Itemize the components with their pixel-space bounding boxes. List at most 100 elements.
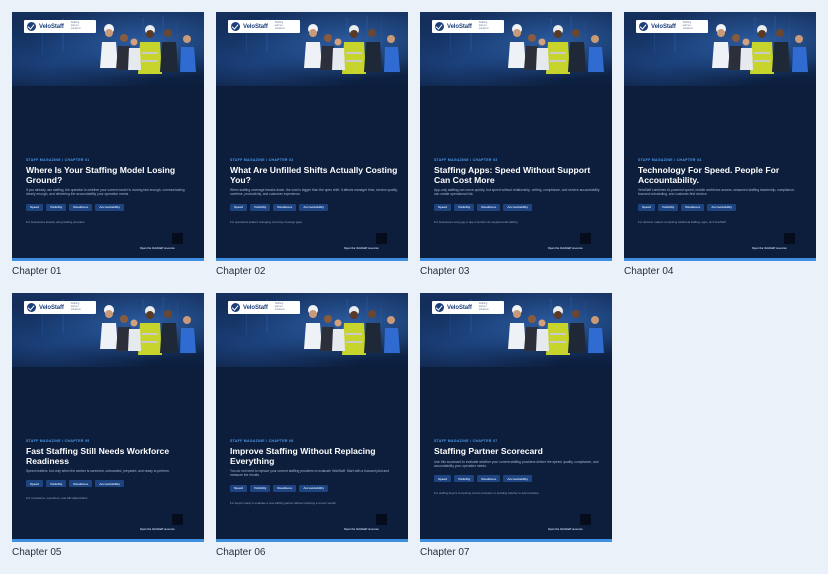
chapter-caption[interactable]: Chapter 07 [420,547,612,559]
chapter-description: If you already use staffing, the questio… [26,188,185,197]
chapter-cover-thumbnail[interactable]: VeloStaff Staffing partner solutions Sta… [420,293,612,542]
chapter-cover-thumbnail[interactable]: VeloStaff Staffing partner solutions Sta… [216,293,408,542]
chapter-cover-thumbnail[interactable]: VeloStaff Staffing partner solutions Sta… [420,12,612,261]
brand-logo-text: VeloStaff [243,304,268,311]
tag-accountability: Accountability [95,203,124,211]
hero-team-photo: VeloStaff Staffing partner solutions [216,12,408,86]
tag-speed: Speed [434,475,452,482]
chapter-cover-thumbnail[interactable]: VeloStaff Staffing partner solutions Sta… [12,293,204,542]
chapter-title: What Are Unfilled Shifts Actually Costin… [230,165,398,185]
qr-code-icon [580,233,591,244]
brand-logo-text: VeloStaff [447,23,472,30]
tag-list: Speed Visibility Readiness Accountability [26,480,194,488]
qr-code-icon [376,514,387,525]
chapter-description: VeloStaff combines AI-powered speed, mob… [638,188,795,197]
qr-code-icon [172,514,183,525]
cover-cta-text: Open the VeloStaff resource [140,247,175,250]
chapter-card-05[interactable]: VeloStaff Staffing partner solutions Sta… [12,293,204,563]
cover-cta-text: Open the VeloStaff resource [140,528,175,531]
chapter-card-06[interactable]: VeloStaff Staffing partner solutions Sta… [216,293,408,563]
brand-logo-text: VeloStaff [447,304,472,311]
chapter-card-03[interactable]: VeloStaff Staffing partner solutions Sta… [420,12,612,282]
chapter-caption[interactable]: Chapter 06 [216,547,408,559]
brand-mark-icon [435,303,444,312]
chapter-eyebrow: Staff Magazine / Chapter 05 [26,439,90,443]
cover-cta-text: Open the VeloStaff resource [548,528,583,531]
tag-accountability: Accountability [707,203,736,211]
tag-list: Speed Visibility Readiness Accountability [434,475,602,482]
chapter-caption[interactable]: Chapter 02 [216,266,408,278]
chapter-title: Staffing Partner Scorecard [434,446,543,456]
chapter-cover-thumbnail[interactable]: VeloStaff Staffing partner solutions Sta… [12,12,204,261]
chapter-cover-thumbnail[interactable]: VeloStaff Staffing partner solutions Sta… [624,12,816,261]
chapter-card-01[interactable]: VeloStaff Staffing partner solutions Sta… [12,12,204,282]
brand-logo: VeloStaff Staffing partner solutions [636,20,708,33]
brand-logo-tagline: Staffing partner solutions [478,21,489,30]
tag-list: Speed Visibility Readiness Accountability [230,203,398,211]
chapter-footnote: For businesses already using staffing pr… [26,219,85,224]
hero-team-photo: VeloStaff Staffing partner solutions [12,12,204,86]
tag-list: Speed Visibility Readiness Accountability [230,484,398,492]
hero-team-photo: VeloStaff Staffing partner solutions [624,12,816,86]
chapter-footnote: For staffing buyers comparing current pr… [434,491,539,495]
chapter-caption[interactable]: Chapter 05 [12,547,204,559]
chapter-description: When staffing coverage breaks down, the … [230,188,398,197]
brand-logo-text: VeloStaff [243,23,268,30]
cover-content: Staff Magazine / Chapter 07 Staffing Par… [434,439,602,495]
cover-content: Staff Magazine / Chapter 05 Fast Staffin… [26,439,194,500]
chapter-title: Staffing Apps: Speed Without Support Can… [434,165,591,185]
tag-list: Speed Visibility Readiness Accountability [26,203,194,211]
tag-readiness: Readiness [69,480,93,488]
cover-content: Staff Magazine / Chapter 06 Improve Staf… [230,439,398,505]
cover-content: Staff Magazine / Chapter 02 What Are Unf… [230,158,398,224]
chapter-footnote: For decision-makers comparing traditiona… [638,219,726,224]
brand-mark-icon [231,303,240,312]
qr-code-icon [580,514,591,525]
brand-logo-text: VeloStaff [39,304,64,311]
cover-cta-text: Open the VeloStaff resource [752,247,787,250]
chapter-cover-thumbnail[interactable]: VeloStaff Staffing partner solutions Sta… [216,12,408,261]
qr-code-icon [376,233,387,244]
tag-visibility: Visibility [46,203,67,211]
brand-mark-icon [27,22,36,31]
brand-logo: VeloStaff Staffing partner solutions [432,301,504,314]
chapter-caption[interactable]: Chapter 03 [420,266,612,278]
chapter-eyebrow: Staff Magazine / Chapter 04 [638,158,702,162]
tag-readiness: Readiness [69,203,93,211]
cover-content: Staff Magazine / Chapter 04 Technology F… [638,158,806,224]
chapter-description: You do not need to replace your current … [230,469,390,478]
tag-visibility: Visibility [454,203,475,211]
tag-readiness: Readiness [273,484,297,492]
brand-logo-tagline: Staffing partner solutions [478,302,489,311]
brand-logo: VeloStaff Staffing partner solutions [24,20,96,33]
chapter-card-04[interactable]: VeloStaff Staffing partner solutions Sta… [624,12,816,282]
chapter-title: Where Is Your Staffing Model Losing Grou… [26,165,176,185]
chapter-card-07[interactable]: VeloStaff Staffing partner solutions Sta… [420,293,612,563]
brand-logo-tagline: Staffing partner solutions [682,21,693,30]
cover-cta-text: Open the VeloStaff resource [548,247,583,250]
brand-logo-tagline: Staffing partner solutions [70,302,81,311]
hero-team-photo: VeloStaff Staffing partner solutions [216,293,408,367]
qr-code-icon [172,233,183,244]
chapter-title: Improve Staffing Without Replacing Every… [230,446,376,466]
brand-logo: VeloStaff Staffing partner solutions [24,301,96,314]
hero-team-photo: VeloStaff Staffing partner solutions [12,293,204,367]
tag-speed: Speed [26,203,44,211]
chapter-eyebrow: Staff Magazine / Chapter 02 [230,158,294,162]
chapter-card-02[interactable]: VeloStaff Staffing partner solutions Sta… [216,12,408,282]
brand-logo: VeloStaff Staffing partner solutions [432,20,504,33]
chapter-caption[interactable]: Chapter 01 [12,266,204,278]
tag-accountability: Accountability [299,203,328,211]
tag-list: Speed Visibility Readiness Accountability [638,203,806,211]
tag-visibility: Visibility [658,203,679,211]
cover-cta-text: Open the VeloStaff resource [344,247,379,250]
chapter-caption[interactable]: Chapter 04 [624,266,816,278]
cover-content: Staff Magazine / Chapter 03 Staffing App… [434,158,602,224]
tag-visibility: Visibility [454,475,475,482]
tag-speed: Speed [230,203,248,211]
hero-team-photo: VeloStaff Staffing partner solutions [420,293,612,367]
tag-readiness: Readiness [477,475,501,482]
chapter-description: Use this scorecard to evaluate whether y… [434,459,599,468]
brand-logo-text: VeloStaff [39,23,64,30]
chapter-title: Fast Staffing Still Needs Workforce Read… [26,446,170,466]
